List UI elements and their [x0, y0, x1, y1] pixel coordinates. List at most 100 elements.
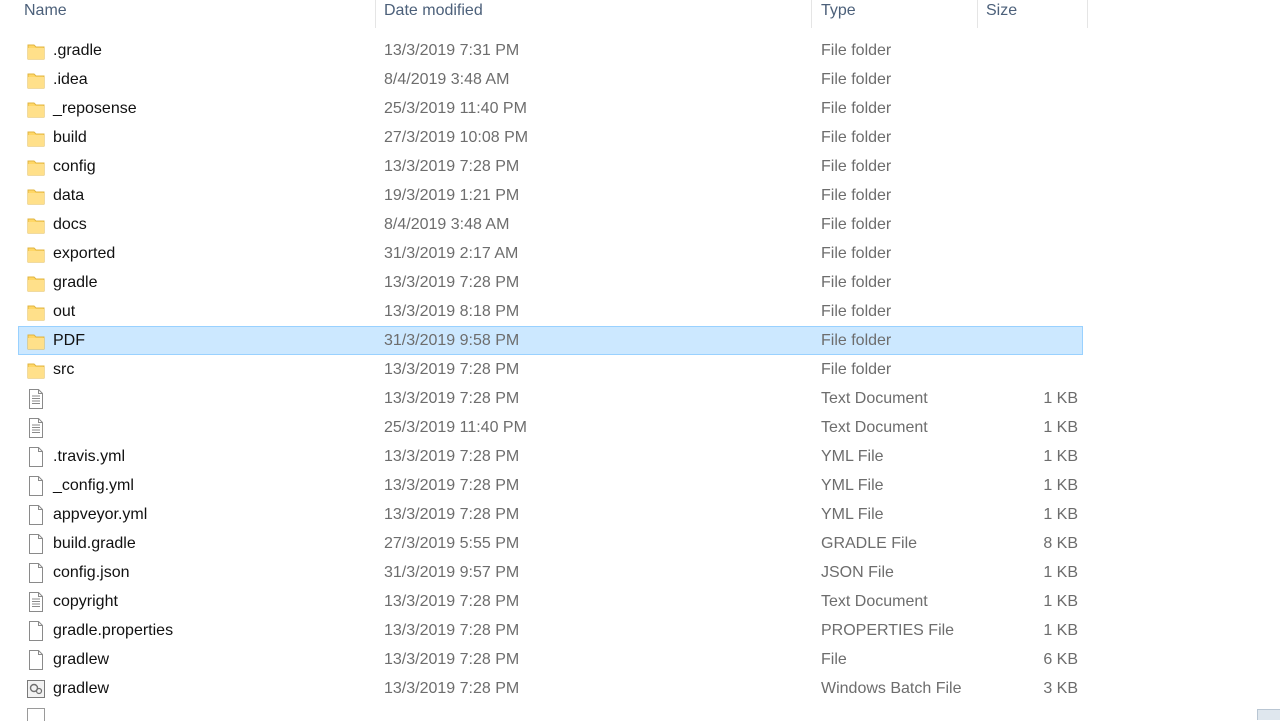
- file-name: gradlew: [53, 680, 110, 697]
- file-name: _reposense: [53, 100, 137, 117]
- file-size: [977, 124, 1078, 151]
- column-header-size[interactable]: Size: [986, 0, 1017, 28]
- column-header: Name Date modified Type Size: [0, 0, 1280, 28]
- file-name: build.gradle: [53, 535, 136, 552]
- date-modified: 31/3/2019 9:58 PM: [384, 332, 520, 349]
- file-name: gradle.properties: [53, 622, 174, 639]
- file-icon: [27, 563, 45, 583]
- file-size: [977, 182, 1078, 209]
- date-modified: 19/3/2019 1:21 PM: [384, 187, 520, 204]
- text-document-icon: [27, 418, 45, 438]
- file-name: .travis.yml: [53, 448, 125, 465]
- file-size: [977, 298, 1078, 325]
- date-modified: 13/3/2019 7:28 PM: [384, 506, 520, 523]
- file-row[interactable]: gradlew 13/3/2019 7:28 PM Windows Batch Fi…: [18, 674, 1083, 703]
- file-type: File folder: [821, 71, 892, 88]
- folder-icon: [27, 273, 45, 293]
- folder-row[interactable]: gradle 13/3/2019 7:28 PM File folder: [18, 268, 1083, 297]
- column-divider[interactable]: [375, 0, 376, 28]
- column-divider[interactable]: [977, 0, 978, 28]
- file-name: appveyor.yml: [53, 506, 148, 523]
- file-size: [977, 95, 1078, 122]
- column-divider[interactable]: [811, 0, 812, 28]
- folder-icon: [27, 331, 45, 351]
- column-header-name[interactable]: Name: [24, 0, 67, 28]
- file-size: [977, 211, 1078, 238]
- folder-icon: [27, 186, 45, 206]
- file-size: 1 KB: [1043, 622, 1078, 639]
- file-icon: [27, 650, 45, 670]
- text-document-icon: [27, 389, 45, 409]
- folder-row[interactable]: data 19/3/2019 1:21 PM File folder: [18, 181, 1083, 210]
- file-size: [977, 37, 1078, 64]
- file-row[interactable]: 25/3/2019 11:40 PM Text Document 1 KB: [18, 413, 1083, 442]
- resize-grip[interactable]: [1257, 709, 1280, 720]
- date-modified: 13/3/2019 7:28 PM: [384, 158, 520, 175]
- file-name: exported: [53, 245, 116, 262]
- file-type: Text Document: [821, 419, 928, 436]
- date-modified: 25/3/2019 11:40 PM: [384, 419, 527, 436]
- file-type: File folder: [821, 274, 892, 291]
- file-type: File folder: [821, 100, 892, 117]
- folder-icon: [27, 215, 45, 235]
- folder-row[interactable]: src 13/3/2019 7:28 PM File folder: [18, 355, 1083, 384]
- column-header-type[interactable]: Type: [821, 0, 856, 28]
- folder-row[interactable]: .idea 8/4/2019 3:48 AM File folder: [18, 65, 1083, 94]
- date-modified: 8/4/2019 3:48 AM: [384, 71, 510, 88]
- folder-icon: [27, 128, 45, 148]
- file-icon: [27, 447, 45, 467]
- file-row[interactable]: build.gradle 27/3/2019 5:55 PM GRADLE File…: [18, 529, 1083, 558]
- folder-row[interactable]: .gradle 13/3/2019 7:31 PM File folder: [18, 36, 1083, 65]
- folder-row[interactable]: _reposense 25/3/2019 11:40 PM File folder: [18, 94, 1083, 123]
- folder-row[interactable]: exported 31/3/2019 2:17 AM File folder: [18, 239, 1083, 268]
- folder-row[interactable]: PDF 31/3/2019 9:58 PM File folder: [18, 326, 1083, 355]
- date-modified: 8/4/2019 3:48 AM: [384, 216, 510, 233]
- file-name: PDF: [53, 332, 85, 349]
- file-icon: [27, 505, 45, 525]
- file-row[interactable]: gradlew 13/3/2019 7:28 PM File 6 KB: [18, 645, 1083, 674]
- folder-icon: [27, 360, 45, 380]
- folder-icon: [27, 41, 45, 61]
- file-type: Text Document: [821, 593, 928, 610]
- folder-row[interactable]: out 13/3/2019 8:18 PM File folder: [18, 297, 1083, 326]
- file-type: YML File: [821, 477, 884, 494]
- date-modified: 31/3/2019 9:57 PM: [384, 564, 520, 581]
- file-size: 1 KB: [1043, 593, 1078, 610]
- file-size: 1 KB: [1043, 390, 1078, 407]
- file-name: build: [53, 129, 87, 146]
- file-row[interactable]: config.json 31/3/2019 9:57 PM JSON File 1 K…: [18, 558, 1083, 587]
- date-modified: 13/3/2019 7:28 PM: [384, 390, 520, 407]
- file-name: .idea: [53, 71, 88, 88]
- file-row[interactable]: copyright 13/3/2019 7:28 PM Text Document 1…: [18, 587, 1083, 616]
- file-type: PROPERTIES File: [821, 622, 955, 639]
- column-header-date[interactable]: Date modified: [384, 0, 483, 28]
- file-type: YML File: [821, 506, 884, 523]
- file-icon: [27, 476, 45, 496]
- file-type: File folder: [821, 158, 892, 175]
- date-modified: 13/3/2019 7:28 PM: [384, 274, 520, 291]
- file-size: 8 KB: [1043, 535, 1078, 552]
- file-row[interactable]: .travis.yml 13/3/2019 7:28 PM YML File 1 KB: [18, 442, 1083, 471]
- folder-row[interactable]: build 27/3/2019 10:08 PM File folder: [18, 123, 1083, 152]
- file-size: [977, 240, 1078, 267]
- folder-row[interactable]: config 13/3/2019 7:28 PM File folder: [18, 152, 1083, 181]
- file-type: Text Document: [821, 390, 928, 407]
- file-name: src: [53, 361, 75, 378]
- date-modified: 13/3/2019 7:28 PM: [384, 593, 520, 610]
- batch-file-icon: [27, 679, 45, 699]
- file-row[interactable]: appveyor.yml 13/3/2019 7:28 PM YML File 1 K…: [18, 500, 1083, 529]
- file-size: 1 KB: [1043, 448, 1078, 465]
- file-type: File folder: [821, 361, 892, 378]
- file-row[interactable]: _config.yml 13/3/2019 7:28 PM YML File 1 KB: [18, 471, 1083, 500]
- folder-row[interactable]: docs 8/4/2019 3:48 AM File folder: [18, 210, 1083, 239]
- file-row[interactable]: gradle.properties 13/3/2019 7:28 PM PROPER…: [18, 616, 1083, 645]
- date-modified: 13/3/2019 7:28 PM: [384, 680, 520, 697]
- file-size: [977, 356, 1078, 383]
- column-divider[interactable]: [1087, 0, 1088, 28]
- file-name: out: [53, 303, 76, 320]
- file-row[interactable]: 13/3/2019 7:28 PM Text Document 1 KB: [18, 384, 1083, 413]
- file-size: 1 KB: [1043, 419, 1078, 436]
- date-modified: 27/3/2019 10:08 PM: [384, 129, 529, 146]
- file-size: [977, 66, 1078, 93]
- file-size: 1 KB: [1043, 564, 1078, 581]
